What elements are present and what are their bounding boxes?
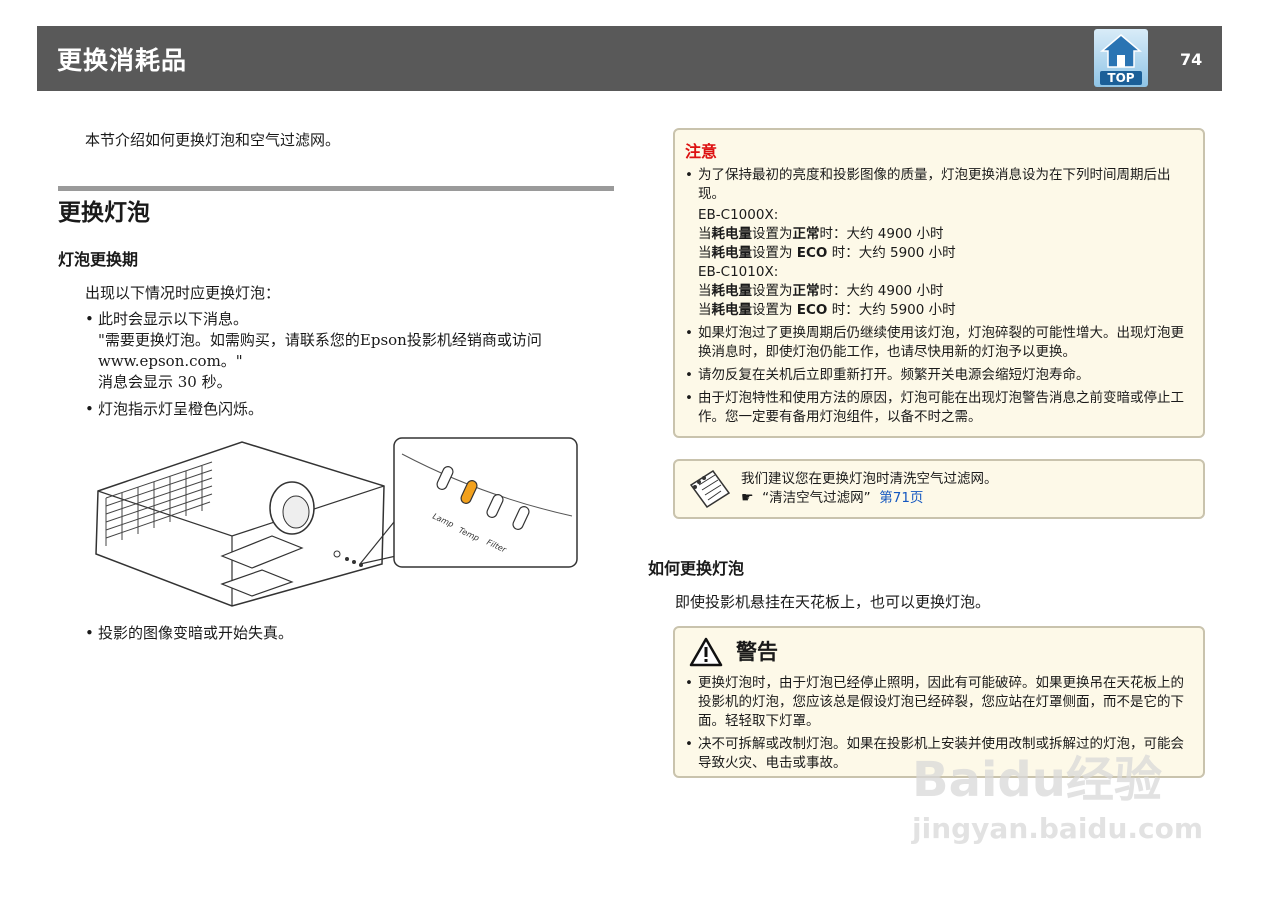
bullet-text: 此时会显示以下消息。 bbox=[98, 310, 249, 328]
model-label: EB-C1000X: bbox=[698, 207, 779, 223]
watermark-logo: Baidu经验 bbox=[912, 752, 1162, 808]
warning-title: 警告 bbox=[736, 640, 778, 664]
reference-page-link[interactable]: 第71页 bbox=[879, 490, 923, 506]
section-title: 更换灯泡 bbox=[58, 200, 150, 226]
message-line: "需要更换灯泡。如需购买，请联系您的Epson投影机经销商或访问 bbox=[98, 331, 542, 349]
caution-item: 为了保持最初的亮度和投影图像的质量，灯泡更换消息设为在下列时间周期后出现。 bbox=[685, 166, 1193, 204]
projector-illustration: Lamp Temp Filter bbox=[95, 437, 578, 607]
message-line: 消息会显示 30 秒。 bbox=[98, 373, 232, 391]
bullet-text: 灯泡指示灯呈橙色闪烁。 bbox=[98, 400, 264, 418]
caution-title: 注意 bbox=[685, 142, 718, 161]
power-normal-line: 当耗电量设置为正常时：大约 4900 小时 bbox=[698, 226, 944, 242]
top-button[interactable]: TOP bbox=[1094, 29, 1148, 87]
house-icon bbox=[1100, 34, 1142, 68]
warning-item: 更换灯泡时，由于灯泡已经停止照明，因此有可能破碎。如果更换吊在天花板上的投影机的… bbox=[685, 674, 1193, 731]
bullet-image: • 投影的图像变暗或开始失真。 bbox=[85, 624, 294, 642]
caution-box: 注意 为了保持最初的亮度和投影图像的质量，灯泡更换消息设为在下列时间周期后出现。… bbox=[673, 128, 1205, 438]
intro-text: 本节介绍如何更换灯泡和空气过滤网。 bbox=[85, 131, 341, 149]
caution-item: 如果灯泡过了更换周期后仍继续使用该灯泡，灯泡碎裂的可能性增大。出现灯泡更换消息时… bbox=[685, 324, 1193, 362]
message-line: www.epson.com。" bbox=[98, 352, 243, 370]
chapter-title: 更换消耗品 bbox=[57, 45, 188, 75]
bullet-message: • 此时会显示以下消息。 "需要更换灯泡。如需购买，请联系您的Epson投影机经销… bbox=[85, 310, 542, 391]
warning-icon bbox=[689, 637, 723, 667]
reference-title: “清洁空气过滤网” bbox=[762, 490, 871, 506]
tip-box: 我们建议您在更换灯泡时清洗空气过滤网。 ☛ “清洁空气过滤网” 第71页 bbox=[673, 459, 1205, 519]
power-eco-line: 当耗电量设置为 ECO 时：大约 5900 小时 bbox=[698, 302, 956, 318]
power-normal-line: 当耗电量设置为正常时：大约 4900 小时 bbox=[698, 283, 944, 299]
model-label: EB-C1010X: bbox=[698, 264, 779, 280]
pointing-hand-icon: ☛ bbox=[741, 490, 754, 506]
bullet-indicator: • 灯泡指示灯呈橙色闪烁。 bbox=[85, 400, 264, 418]
watermark-url: jingyan.baidu.com bbox=[912, 812, 1204, 845]
lead-text: 出现以下情况时应更换灯泡： bbox=[85, 284, 281, 302]
section-lead: 即使投影机悬挂在天花板上，也可以更换灯泡。 bbox=[675, 593, 991, 611]
tip-reference: ☛ “清洁空气过滤网” 第71页 bbox=[741, 489, 998, 508]
note-icon bbox=[689, 469, 731, 509]
section-divider bbox=[58, 186, 614, 191]
tip-text: 我们建议您在更换灯泡时清洗空气过滤网。 bbox=[741, 471, 998, 487]
bullet-text: 投影的图像变暗或开始失真。 bbox=[98, 624, 294, 642]
page-number: 74 bbox=[1180, 50, 1203, 69]
caution-item: 由于灯泡特性和使用方法的原因，灯泡可能在出现灯泡警告消息之前变暗或停止工作。您一… bbox=[685, 389, 1193, 427]
page-header: 更换消耗品 bbox=[37, 26, 1222, 91]
subsection-title: 灯泡更换期 bbox=[58, 250, 139, 269]
subsection-title: 如何更换灯泡 bbox=[648, 559, 745, 578]
caution-item: 请勿反复在关机后立即重新打开。频繁开关电源会缩短灯泡寿命。 bbox=[685, 366, 1193, 385]
top-label: TOP bbox=[1100, 71, 1142, 85]
power-eco-line: 当耗电量设置为 ECO 时：大约 5900 小时 bbox=[698, 245, 956, 261]
